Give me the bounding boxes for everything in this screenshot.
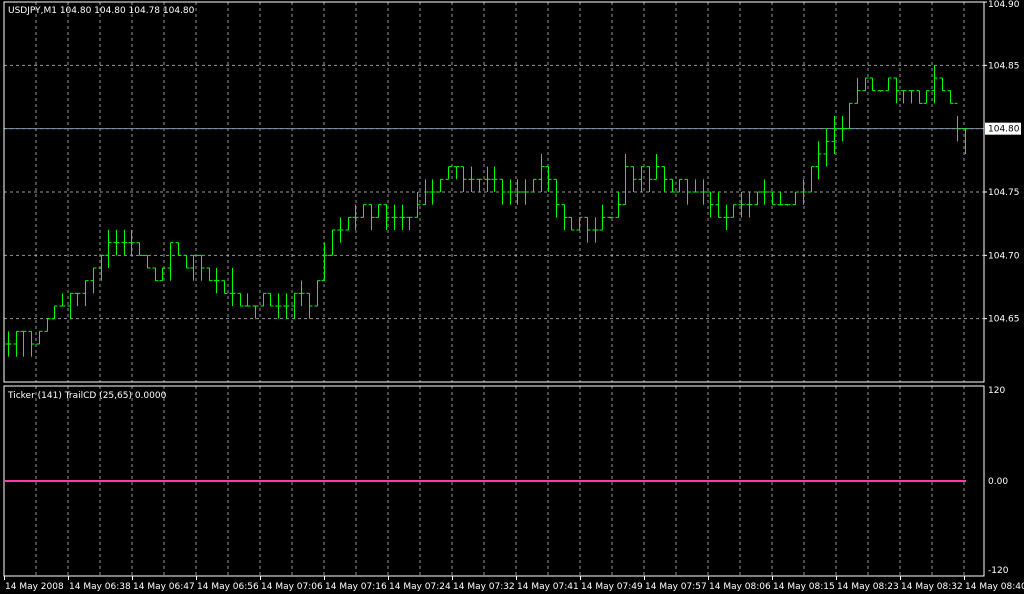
time-tick-label: 14 May 07:06 [261,582,323,592]
indicator-panel-header: Ticker (141) TrailCD (25,65) 0.0000 [7,391,167,401]
time-tick-label: 14 May 2008 [5,582,64,592]
indicator-tick-label: 120 [988,386,1005,396]
time-tick-label: 14 May 08:06 [709,582,771,592]
price-tick-label: 104.70 [988,251,1020,261]
time-tick-label: 14 May 06:38 [69,582,131,592]
chart-background [0,0,1024,594]
time-tick-label: 14 May 07:16 [325,582,387,592]
time-tick-label: 14 May 07:41 [517,582,579,592]
time-tick-label: 14 May 08:15 [773,582,835,592]
time-tick-label: 14 May 07:49 [581,582,643,592]
time-tick-label: 14 May 07:57 [645,582,707,592]
time-tick-label: 14 May 07:32 [453,582,515,592]
time-tick-label: 14 May 07:24 [389,582,451,592]
indicator-tick-label: 0.00 [988,477,1008,487]
trading-chart[interactable]: 104.90 104.85 104.75 104.70 104.65 120 0.00 -1… [0,0,1024,594]
time-tick-label: 14 May 08:32 [901,582,963,592]
current-price-label: 104.80 [988,125,1020,135]
price-tick-label: 104.90 [988,0,1020,10]
time-tick-label: 14 May 08:23 [837,582,899,592]
indicator-tick-label: -120 [988,566,1009,576]
time-tick-label: 14 May 06:56 [197,582,259,592]
price-tick-label: 104.85 [988,61,1020,71]
time-tick-label: 14 May 08:40 [965,582,1024,592]
main-panel-header: USDJPY,M1 104.80 104.80 104.78 104.80 [8,6,195,16]
price-tick-label: 104.65 [988,315,1020,325]
price-tick-label: 104.75 [988,188,1020,198]
time-tick-label: 14 May 06:47 [133,582,195,592]
